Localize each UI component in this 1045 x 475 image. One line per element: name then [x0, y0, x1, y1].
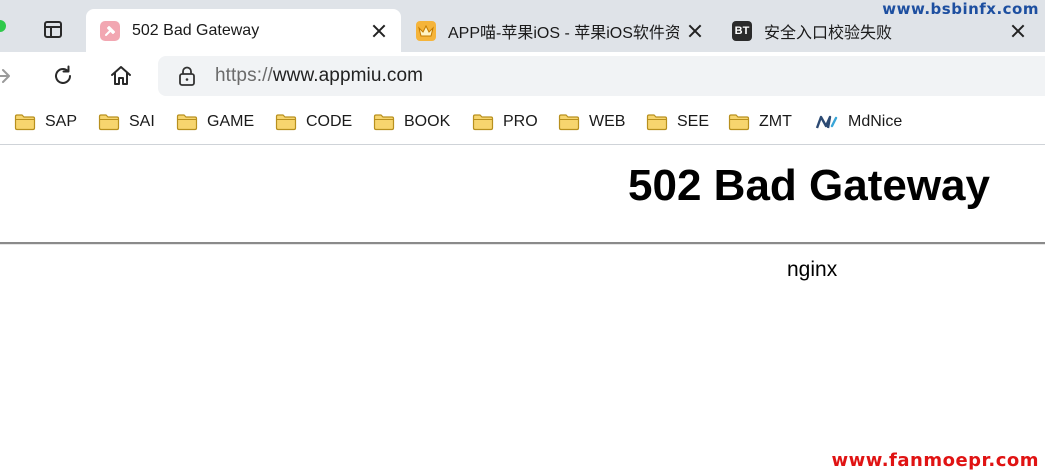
bookmark-folder-web[interactable]: WEB — [558, 110, 625, 134]
bookmark-label: PRO — [503, 113, 538, 130]
bookmark-label: SEE — [677, 113, 710, 130]
folder-icon — [14, 114, 36, 131]
bookmark-folder-see[interactable]: SEE — [646, 110, 709, 134]
server-signature: nginx — [787, 258, 838, 281]
address-bar[interactable]: https://www.appmiu.com — [158, 56, 1045, 96]
tab-title: 502 Bad Gateway — [132, 21, 260, 39]
bookmark-folder-game[interactable]: GAME — [176, 110, 254, 134]
watermark-top: www.bsbinfx.com — [882, 0, 1039, 18]
bookmark-label: SAI — [129, 113, 155, 130]
close-tab-icon[interactable] — [1010, 23, 1026, 39]
folder-icon — [646, 114, 668, 131]
mdnice-logo-icon — [815, 115, 838, 129]
bookmark-folder-pro[interactable]: PRO — [472, 110, 538, 134]
bookmark-label: GAME — [207, 113, 255, 130]
pink-pin-icon — [100, 20, 120, 41]
bookmark-folder-code[interactable]: CODE — [275, 110, 352, 134]
forward-arrow-icon[interactable] — [0, 64, 14, 88]
close-tab-icon[interactable] — [371, 23, 387, 39]
sidebar-toggle-icon[interactable] — [44, 21, 62, 38]
bookmark-label: MdNice — [848, 113, 903, 130]
tab-strip: 502 Bad Gateway APP喵-苹果iOS - 苹果iOS软件资 BT… — [0, 0, 1045, 52]
tab-title: APP喵-苹果iOS - 苹果iOS软件资 — [448, 24, 679, 42]
bookmark-label: ZMT — [759, 113, 792, 130]
home-icon[interactable] — [109, 64, 133, 88]
bookmark-folder-sai[interactable]: SAI — [98, 110, 155, 134]
bookmark-mdnice[interactable]: MdNice — [815, 110, 902, 134]
bookmark-folder-zmt[interactable]: ZMT — [728, 110, 792, 134]
folder-icon — [98, 114, 120, 131]
tab-502-bad-gateway[interactable]: 502 Bad Gateway — [86, 9, 401, 52]
bookmark-label: BOOK — [404, 113, 451, 130]
bookmark-label: SAP — [45, 113, 78, 130]
folder-icon — [558, 114, 580, 131]
url-scheme: https:// — [215, 65, 273, 86]
folder-icon — [472, 114, 494, 131]
lock-icon[interactable] — [178, 66, 196, 86]
bookmark-folder-sap[interactable]: SAP — [14, 110, 77, 134]
reload-icon[interactable] — [51, 64, 75, 88]
watermark-bottom: www.fanmoepr.com — [831, 450, 1039, 471]
url-host: www.appmiu.com — [272, 65, 424, 86]
folder-icon — [728, 114, 750, 131]
bookmark-folder-book[interactable]: BOOK — [373, 110, 450, 134]
bookmark-label: WEB — [589, 113, 626, 130]
error-heading: 502 Bad Gateway — [628, 161, 990, 210]
bt-panel-icon: BT — [732, 20, 752, 41]
bookmarks-bar: SAP SAI GAME CODE BOOK PRO WEB SEE ZMT M… — [0, 100, 1045, 145]
folder-icon — [373, 114, 395, 131]
url-text[interactable]: https://www.appmiu.com — [215, 65, 423, 87]
navigation-toolbar: https://www.appmiu.com — [0, 52, 1045, 100]
bookmark-label: CODE — [306, 113, 353, 130]
folder-icon — [275, 114, 297, 131]
window-zoom-button[interactable] — [0, 20, 6, 32]
folder-icon — [176, 114, 198, 131]
close-tab-icon[interactable] — [687, 23, 703, 39]
tab-appmiu[interactable]: APP喵-苹果iOS - 苹果iOS软件资 — [402, 9, 717, 52]
crown-app-icon — [416, 20, 436, 41]
horizontal-rule — [0, 242, 1045, 245]
tab-title: 安全入口校验失败 — [764, 24, 893, 42]
